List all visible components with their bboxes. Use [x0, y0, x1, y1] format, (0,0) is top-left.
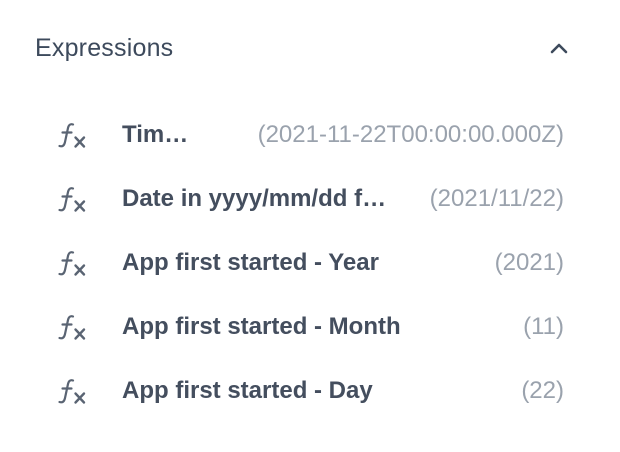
- expression-label: App first started - Year: [122, 249, 379, 276]
- expression-value: (11): [523, 313, 564, 340]
- expression-value: (2021/11/22): [429, 185, 564, 212]
- expression-label: App first started - Day: [122, 377, 373, 404]
- expression-label: Date in yyyy/mm/dd format: [122, 185, 396, 212]
- expression-value: (2021): [494, 249, 564, 276]
- expression-item[interactable]: App first started - Year (2021): [56, 231, 564, 295]
- expression-label: App first started - Month: [122, 313, 401, 340]
- expression-value: (2021-11-22T00:00:00.000Z): [257, 121, 564, 148]
- collapse-button[interactable]: [544, 33, 574, 63]
- section-title: Expressions: [35, 33, 174, 62]
- expressions-header[interactable]: Expressions: [35, 26, 575, 70]
- function-icon: [56, 184, 92, 214]
- expression-item[interactable]: App first started - Month (11): [56, 295, 564, 359]
- function-icon: [56, 376, 92, 406]
- function-icon: [56, 120, 92, 150]
- function-icon: [56, 248, 92, 278]
- expression-item[interactable]: Date in yyyy/mm/dd format (2021/11/22): [56, 167, 564, 231]
- expression-item[interactable]: App first started - Day (22): [56, 359, 564, 423]
- function-icon: [56, 312, 92, 342]
- expressions-panel: Expressions Timestamp (2021-11-22T00:00:…: [0, 0, 620, 452]
- expression-label: Timestamp: [122, 121, 194, 148]
- expression-value: (22): [521, 377, 564, 404]
- chevron-up-icon: [550, 43, 568, 54]
- expressions-list: Timestamp (2021-11-22T00:00:00.000Z) Dat…: [56, 103, 564, 423]
- expression-item[interactable]: Timestamp (2021-11-22T00:00:00.000Z): [56, 103, 564, 167]
